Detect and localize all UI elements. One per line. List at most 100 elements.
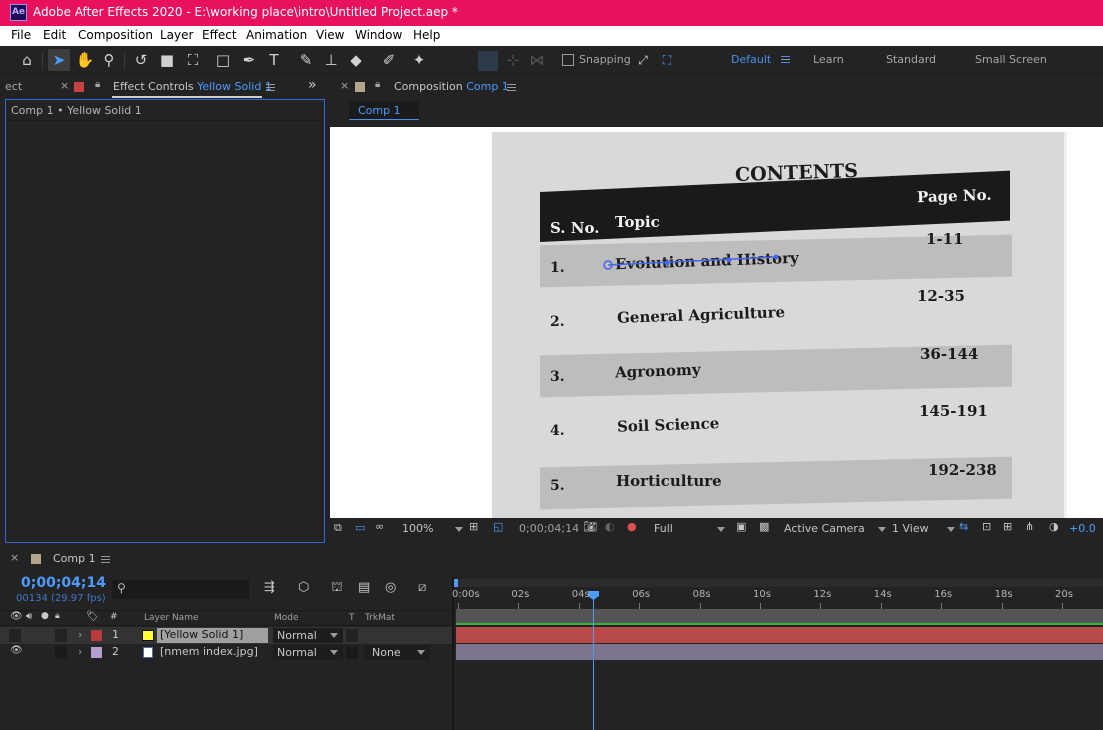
zoom-select[interactable]: 100% xyxy=(402,522,463,535)
playhead[interactable] xyxy=(587,591,599,730)
snap-expand-icon[interactable]: ⤢ xyxy=(632,49,654,71)
resolution-select[interactable]: Full xyxy=(654,522,725,535)
region-of-interest-icon[interactable]: ◱ xyxy=(493,520,503,533)
layer-row[interactable]: › 1 [Yellow Solid 1] Normal xyxy=(0,627,452,644)
menu-edit[interactable]: Edit xyxy=(43,28,66,42)
transparency-grid-icon[interactable]: ▩ xyxy=(759,520,769,533)
tab-effects-partial[interactable]: ect xyxy=(5,80,22,93)
camera-orbit-icon[interactable]: ■ xyxy=(156,49,178,71)
comp-breadcrumb[interactable]: Comp 1 xyxy=(349,102,419,120)
view-axis-icon[interactable]: ⋈ xyxy=(526,49,548,71)
clone-stamp-icon[interactable]: ⊥ xyxy=(320,49,342,71)
snap-feature-icon[interactable]: ⛶ xyxy=(656,49,678,71)
layer-label-color[interactable] xyxy=(91,630,102,641)
camera-select[interactable]: Active Camera xyxy=(784,522,886,535)
preserve-transparency-toggle[interactable] xyxy=(346,646,358,659)
workspace-menu-icon[interactable] xyxy=(781,56,790,63)
snapshot-icon[interactable]: 📷︎ xyxy=(583,520,597,533)
pen-icon[interactable]: ✒ xyxy=(238,49,260,71)
chevron-right-icon[interactable]: › xyxy=(78,645,82,658)
exposure-value[interactable]: +0.0 xyxy=(1069,522,1096,535)
trkmat-select[interactable]: None xyxy=(364,645,430,660)
local-axis-icon[interactable] xyxy=(478,51,498,71)
motion-blur-icon[interactable]: ◎ xyxy=(385,580,396,595)
lock-toggle[interactable] xyxy=(55,646,67,659)
panel-menu-icon[interactable] xyxy=(266,84,275,91)
layer-bar[interactable] xyxy=(456,644,1103,660)
menu-view[interactable]: View xyxy=(316,28,344,42)
rectangle-icon[interactable]: □ xyxy=(212,49,234,71)
lock-toggle[interactable] xyxy=(55,629,67,642)
panel-menu-icon[interactable] xyxy=(101,556,110,563)
layer-bar[interactable] xyxy=(456,627,1103,643)
layer-row[interactable]: 👁︎ › 2 [nmem index.jpg] Normal None xyxy=(0,644,452,661)
exposure-icon[interactable]: ◑ xyxy=(1049,520,1059,533)
effect-controls-tab[interactable]: Effect Controls Yellow Solid 1 xyxy=(113,80,272,93)
puppet-pin-icon[interactable]: ✦ xyxy=(408,49,430,71)
path-vertex[interactable] xyxy=(773,254,779,260)
timeline-tab[interactable]: Comp 1 xyxy=(53,552,96,565)
eye-icon[interactable]: 👁︎ xyxy=(10,645,23,656)
menu-layer[interactable]: Layer xyxy=(160,28,193,42)
lock-icon[interactable]: 🔒︎ xyxy=(95,79,100,90)
mode-select[interactable]: Normal xyxy=(273,628,343,643)
mode-select[interactable]: Normal xyxy=(273,645,343,660)
menu-file[interactable]: File xyxy=(11,28,31,42)
menu-animation[interactable]: Animation xyxy=(246,28,307,42)
always-preview-icon[interactable]: ⧉ xyxy=(334,521,342,535)
selection-icon[interactable]: ➤ xyxy=(48,49,70,71)
search-field[interactable]: ⚲ xyxy=(112,580,249,599)
fast-previews-icon[interactable]: ▣ xyxy=(736,520,746,533)
composition-mini-flowchart-icon[interactable]: ⇶ xyxy=(264,580,275,595)
layer-label-color[interactable] xyxy=(91,647,102,658)
home-icon[interactable]: ⌂ xyxy=(16,49,38,71)
workspace-learn[interactable]: Learn xyxy=(813,53,844,66)
brush-icon[interactable]: ✎ xyxy=(295,49,317,71)
zoom-icon[interactable]: ⚲ xyxy=(98,49,120,71)
menu-help[interactable]: Help xyxy=(413,28,440,42)
workspace-standard[interactable]: Standard xyxy=(886,53,936,66)
workspace-default[interactable]: Default xyxy=(731,53,771,66)
path-vertex[interactable] xyxy=(726,257,732,263)
hand-icon[interactable]: ✋ xyxy=(74,49,96,71)
panel-menu-icon[interactable] xyxy=(507,84,516,91)
workspace-small-screen[interactable]: Small Screen xyxy=(975,53,1047,66)
path-vertex[interactable] xyxy=(664,260,670,266)
flowchart-icon[interactable]: ⋔ xyxy=(1025,520,1034,533)
show-snapshot-icon[interactable]: ◐ xyxy=(605,520,615,533)
menu-composition[interactable]: Composition xyxy=(78,28,153,42)
fast-draft-icon[interactable]: ⊡ xyxy=(982,520,991,533)
world-axis-icon[interactable]: ⊹ xyxy=(502,49,524,71)
layer-name-field[interactable]: [Yellow Solid 1] xyxy=(157,628,268,643)
shy-layers-icon[interactable]: ⛫ xyxy=(331,580,343,597)
work-area-start[interactable] xyxy=(454,579,458,587)
current-time[interactable]: 0;00;04;14 xyxy=(21,575,106,591)
monitor-icon[interactable]: ▭ xyxy=(355,521,365,534)
close-icon[interactable]: × xyxy=(340,79,349,92)
roto-brush-icon[interactable]: ✐ xyxy=(378,49,400,71)
work-area-bar[interactable] xyxy=(454,579,1103,587)
grid-icon[interactable]: ⊞ xyxy=(469,520,478,533)
snapping-checkbox[interactable] xyxy=(562,54,574,66)
menu-effect[interactable]: Effect xyxy=(202,28,237,42)
frame-blending-icon[interactable]: ▤ xyxy=(358,580,370,595)
channel-icon[interactable]: ● xyxy=(627,520,637,533)
expand-panels-icon[interactable]: » xyxy=(308,77,317,93)
lock-icon[interactable]: 🔒︎ xyxy=(375,79,380,90)
draft-3d-icon[interactable]: ⬡ xyxy=(298,580,309,595)
chevron-right-icon[interactable]: › xyxy=(78,628,82,641)
close-icon[interactable]: × xyxy=(10,551,19,564)
pan-behind-icon[interactable]: ⛶ xyxy=(182,49,204,71)
viewer-timecode[interactable]: 0;00;04;14 xyxy=(519,522,579,535)
rotate-icon[interactable]: ↺ xyxy=(130,49,152,71)
close-icon[interactable]: × xyxy=(60,79,69,92)
composition-tab[interactable]: Composition Comp 1 xyxy=(394,80,509,93)
eraser-icon[interactable]: ◆ xyxy=(345,49,367,71)
preserve-transparency-toggle[interactable] xyxy=(346,629,358,642)
video-toggle[interactable] xyxy=(9,629,21,642)
mask-visibility-icon[interactable]: ∞ xyxy=(375,520,384,533)
menu-window[interactable]: Window xyxy=(355,28,402,42)
graph-editor-icon[interactable]: ⧄ xyxy=(418,580,426,595)
composition-viewer[interactable]: CONTENTS S. No. Topic Page No. 1. Evolut… xyxy=(330,127,1103,518)
layer-name[interactable]: [nmem index.jpg] xyxy=(160,645,258,658)
